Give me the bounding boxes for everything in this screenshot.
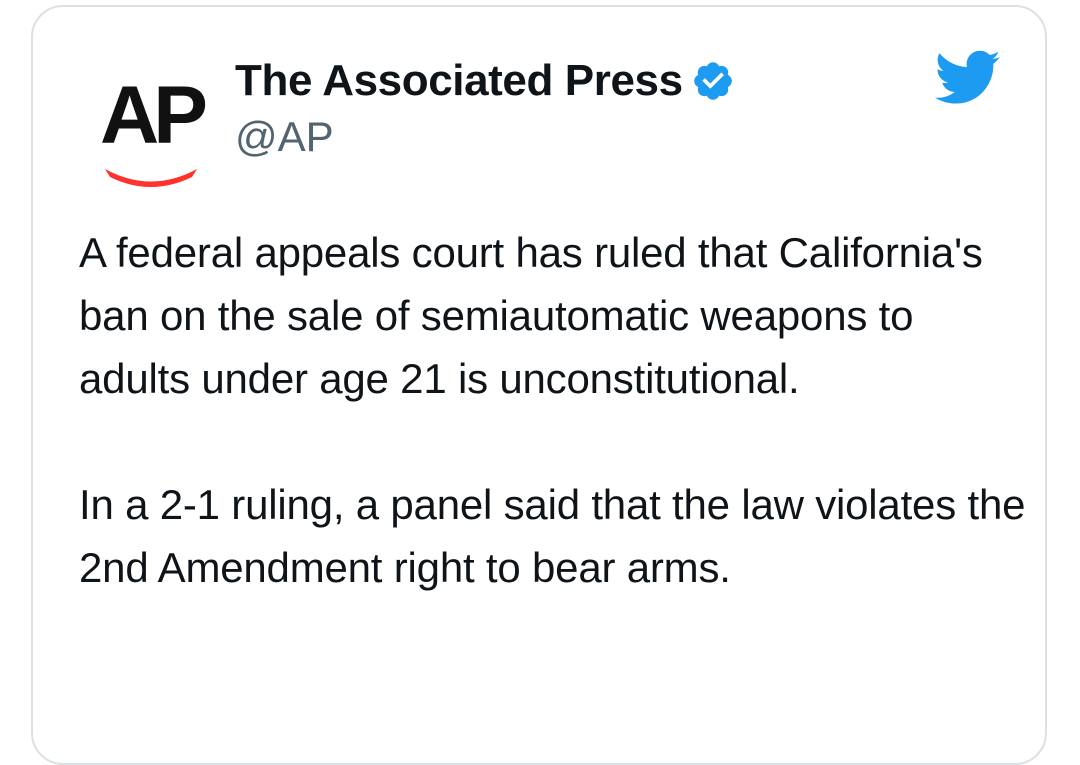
twitter-bird-icon[interactable] <box>934 49 1001 107</box>
avatar[interactable]: AP <box>85 49 217 199</box>
user-info: The Associated Press @AP <box>235 51 735 161</box>
tweet-text: A federal appeals court has ruled that C… <box>79 221 1029 599</box>
tweet-card[interactable]: AP The Associated Press @AP A federal ap… <box>31 5 1047 765</box>
tweet-paragraph-1: A federal appeals court has ruled that C… <box>79 229 983 402</box>
ap-logo: AP <box>100 70 211 187</box>
tweet-paragraph-2: In a 2-1 ruling, a panel said that the l… <box>79 481 1026 591</box>
ap-logo-swoosh <box>105 169 197 187</box>
ap-logo-text: AP <box>100 70 205 161</box>
verified-badge-icon <box>691 59 735 103</box>
name-row: The Associated Press <box>235 51 735 111</box>
handle[interactable]: @AP <box>235 113 735 161</box>
display-name[interactable]: The Associated Press <box>235 56 683 106</box>
